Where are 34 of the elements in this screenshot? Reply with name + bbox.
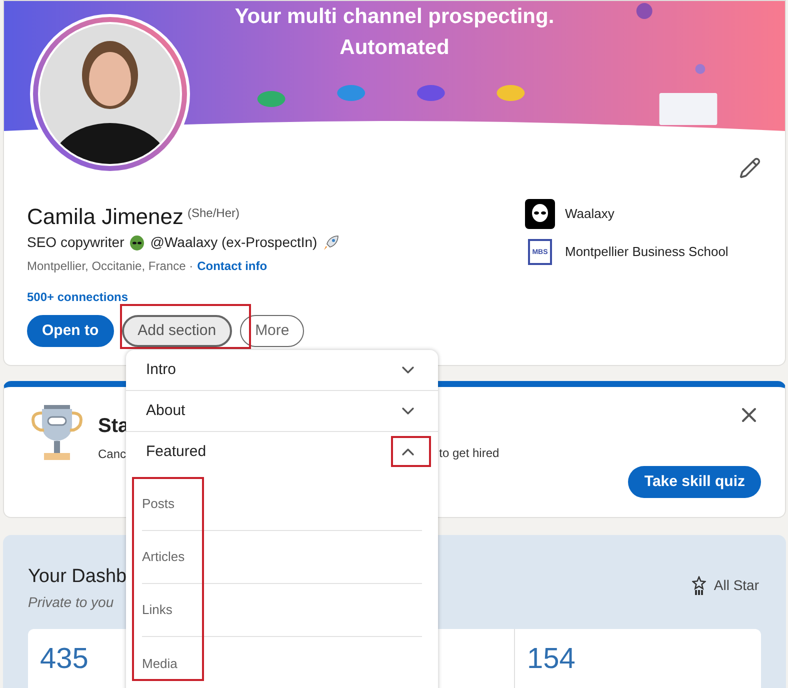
highlight-box (391, 436, 431, 467)
profile-action-button[interactable]: More (240, 315, 304, 347)
dashboard-title: Your Dashb (28, 565, 127, 589)
menu-subitem[interactable]: Media (142, 654, 178, 674)
edit-pencil-icon[interactable] (739, 157, 761, 179)
dashboard-subtitle: Private to you (28, 592, 115, 612)
menu-section-item[interactable]: About (126, 391, 438, 431)
stat-value[interactable]: 154 (527, 640, 749, 676)
menu-subitem[interactable]: Links (142, 600, 172, 620)
company-name[interactable]: Waalaxy (565, 204, 614, 224)
alien-emoji-icon (129, 234, 146, 250)
take-skill-quiz-button[interactable]: Take skill quiz (628, 466, 761, 498)
all-star-label: All Star (714, 576, 759, 595)
rocket-icon (322, 234, 340, 252)
headline-text: @Waalaxy (ex-ProspectIn) (150, 233, 318, 252)
banner-headline: Your multi channel prospecting. (234, 4, 554, 30)
star-rank-icon (692, 576, 706, 596)
connections-link[interactable]: 500+ connections (27, 288, 128, 306)
pronouns: (She/Her) (188, 205, 240, 222)
headline-text: SEO copywriter (27, 233, 124, 252)
profile-action-button[interactable]: Add section (122, 315, 232, 347)
profile-name: Camila Jimenez (27, 204, 184, 230)
menu-subitem[interactable]: Articles (142, 547, 185, 567)
skill-card-text: Canc (98, 446, 128, 463)
alien-logo-icon (525, 199, 555, 229)
banner-subline: Automated (340, 35, 450, 61)
skill-card-text: to get hired (439, 445, 500, 462)
location-text: Montpellier, Occitanie, France · (27, 258, 194, 275)
profile-action-button[interactable]: Open to (27, 315, 114, 347)
contact-info-link[interactable]: Contact info (197, 257, 268, 275)
menu-section-item[interactable]: Intro (126, 350, 438, 390)
menu-section-item[interactable]: Featured (126, 432, 438, 472)
menu-subitem[interactable]: Posts (142, 494, 175, 514)
company-name[interactable]: Montpellier Business School (565, 242, 728, 262)
